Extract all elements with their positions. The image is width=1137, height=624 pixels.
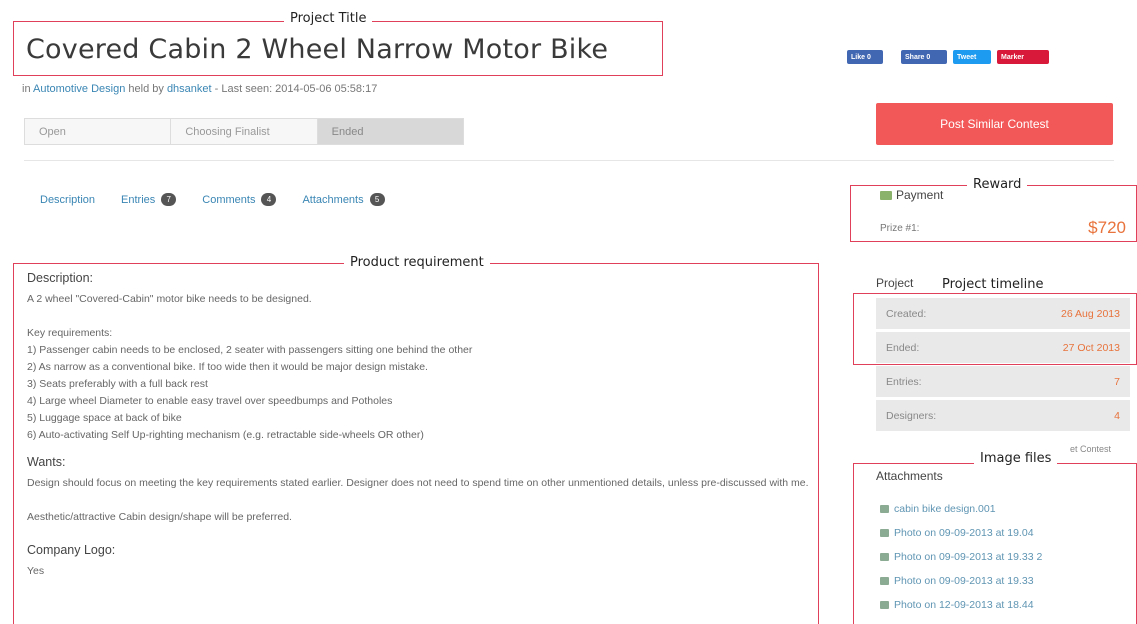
image-file-icon (880, 529, 889, 537)
money-icon (880, 190, 892, 200)
attachments-count-badge: 5 (369, 193, 385, 206)
company-logo-text: Yes (27, 565, 45, 577)
company-logo-heading: Company Logo: (27, 543, 116, 557)
divider (24, 160, 1114, 161)
step-open: Open (24, 118, 172, 145)
wants-heading: Wants: (27, 455, 66, 469)
image-file-icon (880, 505, 889, 513)
attachment-item[interactable]: Photo on 09-09-2013 at 19.33 (880, 569, 1042, 593)
attachments-list: cabin bike design.001 Photo on 09-09-201… (880, 497, 1042, 617)
reward-annotation: Reward (967, 177, 1028, 192)
page-title: Covered Cabin 2 Wheel Narrow Motor Bike (26, 34, 609, 65)
marker-button[interactable]: Marker (997, 50, 1049, 64)
entries-count-badge: 7 (161, 193, 177, 206)
step-ended: Ended (317, 118, 464, 145)
comments-count-badge: 4 (261, 193, 277, 206)
wants-text: Design should focus on meeting the key r… (27, 477, 809, 489)
attachments-heading: Attachments (876, 469, 943, 483)
project-timeline-annotation: Project timeline (936, 277, 1050, 292)
designers-row: Designers: 4 (876, 400, 1130, 434)
tab-entries[interactable]: Entries 7 (121, 193, 177, 206)
contest-status-progress: Open Choosing Finalist Ended (24, 118, 464, 145)
contest-meta: in Automotive Design held by dhsanket - … (22, 83, 378, 95)
category-link[interactable]: Automotive Design (33, 83, 125, 95)
image-file-icon (880, 601, 889, 609)
prize-value: $720 (1088, 218, 1126, 237)
contest-tabs: Description Entries 7 Comments 4 Attachmen… (40, 193, 385, 206)
step-choosing-finalist: Choosing Finalist (171, 118, 318, 145)
tab-comments[interactable]: Comments 4 (202, 193, 277, 206)
attachment-item[interactable]: Photo on 12-09-2013 at 18.44 (880, 593, 1042, 617)
product-requirement-annotation: Product requirement (344, 255, 490, 270)
contest-link-fragment[interactable]: et Contest (1070, 444, 1111, 454)
image-file-icon (880, 553, 889, 561)
key-requirements-heading: Key requirements: (27, 327, 113, 339)
project-timeline-box (853, 293, 1137, 365)
description-heading: Description: (27, 271, 93, 285)
requirement-item: 1) Passenger cabin needs to be enclosed,… (27, 344, 473, 356)
prize-label: Prize #1: (880, 222, 920, 234)
post-similar-contest-button[interactable]: Post Similar Contest (876, 103, 1113, 145)
attachment-item[interactable]: cabin bike design.001 (880, 497, 1042, 521)
tab-description[interactable]: Description (40, 193, 95, 206)
entries-row: Entries: 7 (876, 366, 1130, 400)
image-files-annotation: Image files (974, 451, 1058, 466)
project-heading: Project (876, 276, 914, 290)
share-button[interactable]: Share 0 (901, 50, 947, 64)
image-file-icon (880, 577, 889, 585)
tab-attachments[interactable]: Attachments 5 (302, 193, 385, 206)
social-buttons: Like 0 Share 0 Tweet Marker (847, 50, 1049, 64)
requirement-item: 4) Large wheel Diameter to enable easy t… (27, 395, 393, 407)
requirement-item: 6) Auto-activating Self Up-righting mech… (27, 429, 424, 441)
description-content: Description: A 2 wheel "Covered-Cabin" m… (27, 270, 817, 580)
attachment-item[interactable]: Photo on 09-09-2013 at 19.33 2 (880, 545, 1042, 569)
like-button[interactable]: Like 0 (847, 50, 883, 64)
prize-row: Prize #1: $720 (880, 218, 1132, 238)
requirement-item: 2) As narrow as a conventional bike. If … (27, 361, 428, 373)
payment-heading: Payment (880, 188, 943, 202)
description-text: A 2 wheel "Covered-Cabin" motor bike nee… (27, 293, 312, 305)
attachment-item[interactable]: Photo on 09-09-2013 at 19.04 (880, 521, 1042, 545)
project-title-annotation: Project Title (284, 11, 373, 26)
requirement-item: 5) Luggage space at back of bike (27, 412, 182, 424)
requirement-item: 3) Seats preferably with a full back res… (27, 378, 208, 390)
tweet-button[interactable]: Tweet (953, 50, 991, 64)
aesthetic-text: Aesthetic/attractive Cabin design/shape … (27, 511, 292, 523)
user-link[interactable]: dhsanket (167, 83, 212, 95)
